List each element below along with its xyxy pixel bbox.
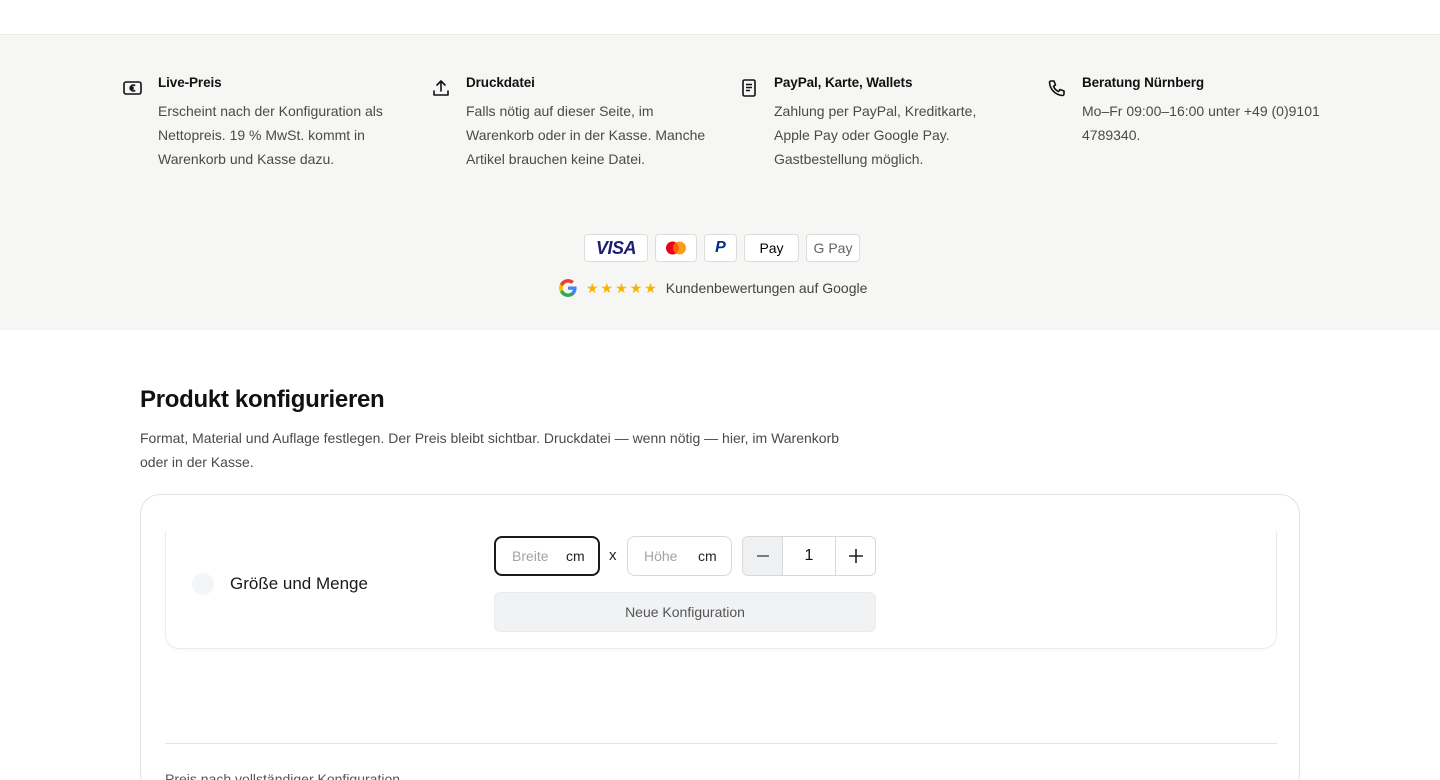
divider bbox=[165, 743, 1277, 744]
times-sign: x bbox=[609, 547, 617, 564]
visa-logo: VISA bbox=[584, 234, 648, 262]
rating-stars: ★★★★★ bbox=[586, 279, 659, 296]
height-input[interactable] bbox=[644, 548, 696, 564]
mastercard-logo bbox=[655, 234, 697, 262]
feature-text: Zahlung per PayPal, Kreditkarte, Apple P… bbox=[774, 103, 977, 167]
decrement-button[interactable] bbox=[743, 537, 783, 575]
step-indicator bbox=[192, 573, 214, 595]
unit-label: cm bbox=[698, 548, 717, 564]
price-note: Preis nach vollständiger Konfiguration bbox=[165, 771, 401, 780]
rating-text: Kundenbewertungen auf Google bbox=[665, 280, 868, 296]
euro-icon bbox=[122, 77, 144, 99]
feature-title: Beratung Nürnberg bbox=[1082, 75, 1205, 90]
plus-icon bbox=[848, 549, 863, 563]
upload-icon bbox=[430, 77, 452, 99]
unit-label: cm bbox=[566, 548, 585, 564]
configurator-card: Größe und Menge cm x cm 1 Neue Konfigura… bbox=[140, 494, 1300, 780]
google-rating[interactable]: ★★★★★ Kundenbewertungen auf Google bbox=[558, 278, 867, 298]
feature-title: Live-Preis bbox=[158, 75, 222, 90]
google-pay-logo: G Pay bbox=[806, 234, 860, 262]
size-quantity-row: Größe und Menge cm x cm 1 Neue Konfigura… bbox=[165, 531, 1277, 649]
payment-methods: VISA P Pay G Pay bbox=[584, 234, 860, 262]
increment-button[interactable] bbox=[835, 537, 875, 575]
width-field[interactable]: cm bbox=[494, 536, 600, 576]
page-title: Produkt konfigurieren bbox=[140, 386, 385, 413]
section-description: Format, Material und Auflage festlegen. … bbox=[140, 430, 840, 470]
new-configuration-button[interactable]: Neue Konfiguration bbox=[494, 592, 876, 632]
row-label: Größe und Menge bbox=[230, 574, 368, 593]
quantity-stepper[interactable]: 1 bbox=[742, 536, 876, 576]
feature-text: Mo–Fr 09:00–16:00 unter +49 (0)9101 4789… bbox=[1082, 103, 1320, 143]
google-icon bbox=[559, 279, 577, 297]
quantity-value[interactable]: 1 bbox=[783, 537, 835, 575]
receipt-icon bbox=[738, 77, 760, 99]
apple-pay-logo: Pay bbox=[744, 234, 799, 262]
feature-text: Falls nötig auf dieser Seite, im Warenko… bbox=[466, 103, 706, 167]
features-band: Live-Preis Erscheint nach der Konfigurat… bbox=[0, 35, 1440, 330]
feature-text: Erscheint nach der Konfiguration als Net… bbox=[158, 103, 383, 167]
feature-title: Druckdatei bbox=[466, 75, 535, 90]
paypal-logo: P bbox=[704, 234, 737, 262]
height-field[interactable]: cm bbox=[627, 536, 732, 576]
feature-title: PayPal, Karte, Wallets bbox=[774, 75, 913, 90]
width-input[interactable] bbox=[512, 548, 564, 564]
minus-icon bbox=[756, 555, 769, 557]
top-strip bbox=[0, 0, 1440, 35]
phone-icon bbox=[1046, 77, 1068, 99]
